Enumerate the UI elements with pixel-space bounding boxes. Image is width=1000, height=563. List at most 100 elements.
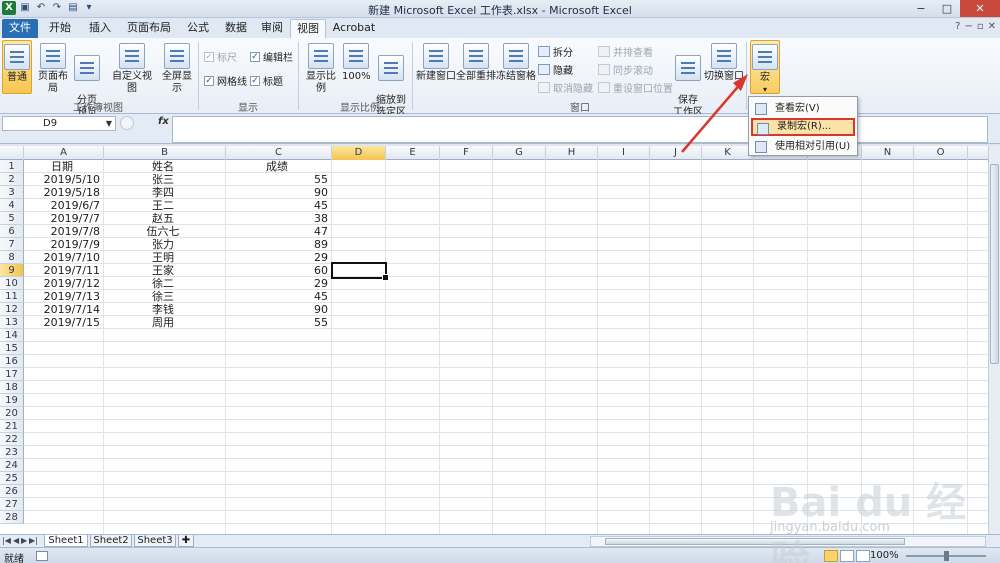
tab-home[interactable]: 开始	[42, 19, 78, 38]
minimize-ribbon-icon[interactable]: −	[964, 21, 972, 32]
table-cell[interactable]: 王家	[104, 264, 222, 277]
table-cell[interactable]: 2019/5/18	[24, 186, 100, 199]
row-header[interactable]: 26	[0, 485, 24, 498]
arrange-all-button[interactable]: 全部重排	[456, 43, 496, 83]
column-header[interactable]: N	[862, 146, 914, 160]
table-cell[interactable]: 2019/7/14	[24, 303, 100, 316]
table-cell[interactable]: 55	[226, 173, 328, 186]
column-header[interactable]: A	[24, 146, 104, 160]
row-header[interactable]: 16	[0, 355, 24, 368]
column-header[interactable]: H	[546, 146, 598, 160]
table-cell[interactable]: 89	[226, 238, 328, 251]
row-header[interactable]: 13	[0, 316, 24, 329]
restore-icon[interactable]: ▫	[977, 21, 984, 32]
chevron-down-icon[interactable]: ▼	[106, 117, 112, 130]
table-cell[interactable]: 55	[226, 316, 328, 329]
table-cell[interactable]: 伍六七	[104, 225, 222, 238]
tab-review[interactable]: 审阅	[254, 19, 290, 38]
full-screen-button[interactable]: 全屏显示	[158, 43, 196, 95]
sheet-tab-2[interactable]: Sheet2	[90, 535, 132, 547]
switch-windows-button[interactable]: 切换窗口	[704, 43, 744, 83]
row-header[interactable]: 11	[0, 290, 24, 303]
table-cell[interactable]: 徐二	[104, 277, 222, 290]
first-sheet-icon[interactable]: |◀	[2, 535, 11, 547]
close-workbook-icon[interactable]: ✕	[988, 21, 996, 32]
table-cell[interactable]: 45	[226, 290, 328, 303]
row-header[interactable]: 25	[0, 472, 24, 485]
row-header[interactable]: 9	[0, 264, 24, 277]
column-header[interactable]: B	[104, 146, 226, 160]
formula-bar-checkbox[interactable]: ✓ 编辑栏	[250, 49, 293, 64]
table-cell[interactable]: 90	[226, 303, 328, 316]
view-macros-menu-item[interactable]: 查看宏(V)	[751, 100, 855, 118]
table-cell[interactable]: 王二	[104, 199, 222, 212]
custom-views-button[interactable]: 自定义视图	[108, 43, 156, 95]
table-cell[interactable]: 2019/7/11	[24, 264, 100, 277]
table-cell[interactable]: 周用	[104, 316, 222, 329]
table-cell[interactable]: 2019/7/7	[24, 212, 100, 225]
row-header[interactable]: 15	[0, 342, 24, 355]
table-cell[interactable]: 赵五	[104, 212, 222, 225]
row-header[interactable]: 7	[0, 238, 24, 251]
row-header[interactable]: 23	[0, 446, 24, 459]
table-cell[interactable]: 2019/7/10	[24, 251, 100, 264]
tab-file[interactable]: 文件	[2, 19, 38, 38]
row-header[interactable]: 5	[0, 212, 24, 225]
macros-button[interactable]: 宏 ▾	[750, 40, 780, 94]
next-sheet-icon[interactable]: ▶	[21, 535, 27, 547]
column-header[interactable]: G	[493, 146, 546, 160]
prev-sheet-icon[interactable]: ◀	[13, 535, 19, 547]
tab-data[interactable]: 数据	[218, 19, 254, 38]
table-cell[interactable]: 张三	[104, 173, 222, 186]
synchronous-scrolling-button[interactable]: 同步滚动	[598, 62, 653, 77]
table-cell[interactable]: 李四	[104, 186, 222, 199]
table-cell[interactable]: 徐三	[104, 290, 222, 303]
row-header[interactable]: 1	[0, 160, 24, 173]
name-box[interactable]: D9 ▼	[2, 116, 116, 131]
row-header[interactable]: 2	[0, 173, 24, 186]
column-header[interactable]: C	[226, 146, 332, 160]
close-button[interactable]: ✕	[960, 0, 1000, 17]
gridlines-checkbox[interactable]: ✓ 网格线	[204, 73, 247, 88]
ruler-checkbox[interactable]: ✓ 标尺	[204, 49, 237, 64]
table-cell[interactable]: 日期	[24, 160, 100, 173]
insert-function-button[interactable]: fx	[158, 116, 169, 127]
row-header[interactable]: 22	[0, 433, 24, 446]
row-header[interactable]: 20	[0, 407, 24, 420]
table-cell[interactable]: 李钱	[104, 303, 222, 316]
zoom-100-button[interactable]: 100%	[342, 43, 371, 83]
reset-window-position-button[interactable]: 重设窗口位置	[598, 80, 673, 95]
tab-view[interactable]: 视图	[290, 19, 326, 38]
table-cell[interactable]: 47	[226, 225, 328, 238]
table-cell[interactable]: 王明	[104, 251, 222, 264]
freeze-panes-button[interactable]: 冻结窗格	[496, 43, 536, 83]
select-all-corner[interactable]	[0, 146, 24, 160]
table-cell[interactable]: 2019/7/13	[24, 290, 100, 303]
row-header[interactable]: 17	[0, 368, 24, 381]
table-cell[interactable]: 2019/7/9	[24, 238, 100, 251]
scroll-thumb[interactable]	[990, 164, 999, 364]
row-header[interactable]: 27	[0, 498, 24, 511]
save-workspace-button[interactable]: 保存 工作区	[672, 43, 704, 119]
row-header[interactable]: 28	[0, 511, 24, 524]
insert-sheet-icon[interactable]: ✚	[178, 535, 194, 547]
column-header[interactable]: F	[440, 146, 493, 160]
column-header[interactable]: K	[702, 146, 754, 160]
table-cell[interactable]: 2019/7/8	[24, 225, 100, 238]
row-header[interactable]: 3	[0, 186, 24, 199]
column-header[interactable]: I	[598, 146, 650, 160]
split-button[interactable]: 拆分	[538, 44, 573, 59]
table-cell[interactable]: 2019/5/10	[24, 173, 100, 186]
new-window-button[interactable]: 新建窗口	[416, 43, 456, 83]
row-header[interactable]: 19	[0, 394, 24, 407]
column-header[interactable]: O	[914, 146, 968, 160]
table-cell[interactable]: 成绩	[226, 160, 328, 173]
active-cell-border[interactable]	[331, 262, 389, 281]
hide-button[interactable]: 隐藏	[538, 62, 573, 77]
row-header[interactable]: 12	[0, 303, 24, 316]
row-header[interactable]: 4	[0, 199, 24, 212]
row-header[interactable]: 10	[0, 277, 24, 290]
relative-references-menu-item[interactable]: 使用相对引用(U)	[751, 138, 855, 156]
table-cell[interactable]: 张力	[104, 238, 222, 251]
help-icon[interactable]: ?	[955, 21, 960, 32]
